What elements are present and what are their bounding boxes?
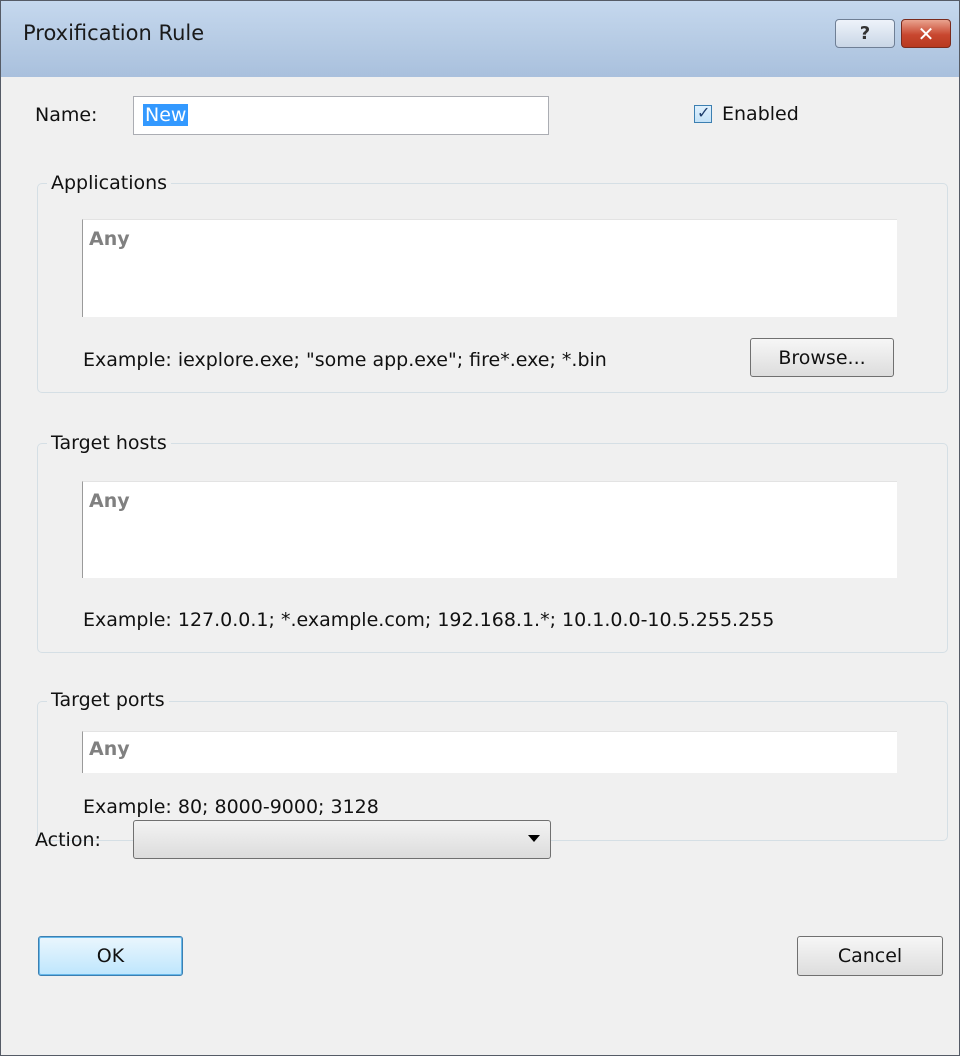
help-icon: ? bbox=[859, 23, 871, 44]
target-hosts-group-title: Target hosts bbox=[47, 432, 171, 454]
target-ports-value: Any bbox=[89, 738, 130, 760]
name-input[interactable]: New bbox=[133, 96, 549, 135]
cancel-button[interactable]: Cancel bbox=[797, 936, 943, 976]
applications-example: Example: iexplore.exe; "some app.exe"; f… bbox=[83, 349, 607, 371]
action-select[interactable] bbox=[133, 820, 551, 859]
target-hosts-input[interactable]: Any bbox=[82, 481, 897, 578]
target-hosts-value: Any bbox=[89, 490, 130, 512]
enabled-checkbox[interactable]: ✓ bbox=[694, 103, 712, 123]
target-ports-input[interactable]: Any bbox=[82, 731, 897, 773]
applications-value: Any bbox=[89, 228, 130, 250]
target-hosts-example: Example: 127.0.0.1; *.example.com; 192.1… bbox=[83, 609, 775, 631]
action-label: Action: bbox=[35, 829, 101, 851]
checkmark-icon: ✓ bbox=[697, 103, 711, 122]
help-button[interactable]: ? bbox=[835, 19, 895, 48]
applications-input[interactable]: Any bbox=[82, 219, 897, 317]
close-button[interactable]: ✕ bbox=[901, 19, 951, 48]
close-icon: ✕ bbox=[917, 21, 935, 46]
name-value: New bbox=[143, 104, 189, 126]
title-bar[interactable]: Proxification Rule ? ✕ bbox=[1, 1, 959, 77]
proxification-rule-dialog: Proxification Rule ? ✕ Name: New ✓ Enabl… bbox=[0, 0, 960, 1056]
dialog-title: Proxification Rule bbox=[23, 21, 205, 45]
name-label: Name: bbox=[35, 104, 98, 126]
enabled-label[interactable]: Enabled bbox=[722, 103, 799, 125]
ok-button[interactable]: OK bbox=[38, 936, 183, 976]
browse-button[interactable]: Browse... bbox=[750, 338, 894, 377]
target-ports-example: Example: 80; 8000-9000; 3128 bbox=[83, 796, 379, 818]
applications-group-title: Applications bbox=[47, 172, 172, 194]
chevron-down-icon bbox=[528, 835, 540, 842]
target-ports-group-title: Target ports bbox=[47, 689, 169, 711]
